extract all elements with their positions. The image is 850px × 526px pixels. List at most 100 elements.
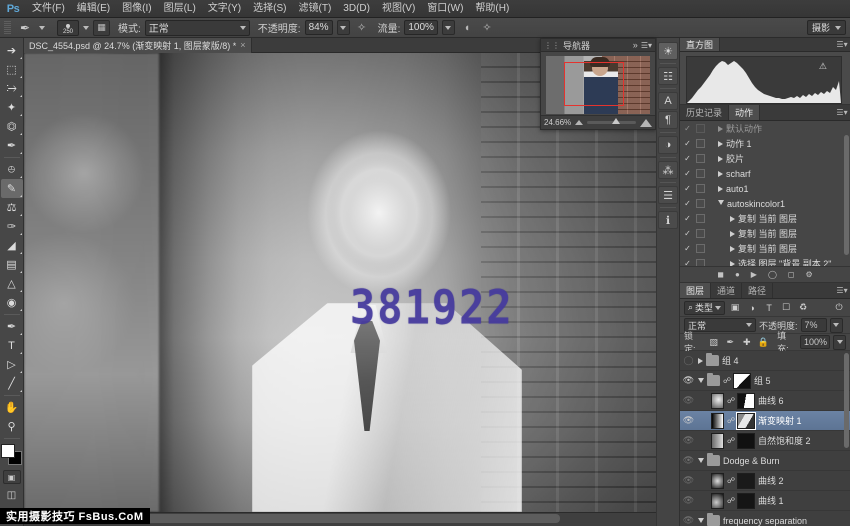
crop-tool[interactable]: ⏣ <box>1 117 23 136</box>
chevron-right-icon[interactable] <box>718 156 723 162</box>
layer-filter-type-select[interactable]: ⌕ 类型 <box>684 301 725 315</box>
layer-mask-thumbnail[interactable] <box>737 493 755 509</box>
action-row[interactable]: ✓ auto1 <box>680 181 850 196</box>
action-row[interactable]: ✓ 默认动作 <box>680 121 850 136</box>
layer-visibility-icon[interactable]: 👁 <box>682 475 695 486</box>
navigator-title-bar[interactable]: ⋮⋮ 导航器 » ☰▾ <box>541 39 655 52</box>
action-row[interactable]: ✓ autoskincolor1 <box>680 196 850 211</box>
lock-image-pixels-icon[interactable]: ✒ <box>723 335 737 349</box>
filter-power-toggle-icon[interactable]: ⏻ <box>832 301 846 315</box>
layer-mask-thumbnail[interactable] <box>737 473 755 489</box>
menu-select[interactable]: 选择(S) <box>247 0 292 18</box>
adjustments-icon[interactable]: ☀ <box>658 42 678 60</box>
layer-visibility-icon[interactable]: 👁 <box>682 495 695 506</box>
marquee-tool[interactable]: ⬚ <box>1 60 23 79</box>
tab-history[interactable]: 历史记录 <box>680 105 729 120</box>
color-icon[interactable]: ◑ <box>658 136 678 154</box>
chevron-right-icon[interactable] <box>730 231 735 237</box>
options-bar-grip[interactable] <box>4 21 11 35</box>
action-toggle-check-icon[interactable]: ✓ <box>682 169 693 178</box>
layer-visibility-icon[interactable]: 👁 <box>682 395 695 406</box>
actions-scrollbar[interactable] <box>844 135 849 255</box>
menu-layer[interactable]: 图层(L) <box>158 0 202 18</box>
spot-healing-tool[interactable]: ⦺ <box>1 160 23 179</box>
action-dialog-toggle-icon[interactable] <box>696 229 705 238</box>
new-action-icon[interactable]: ◻ <box>788 270 795 279</box>
info-icon[interactable]: ℹ <box>658 211 678 229</box>
action-toggle-check-icon[interactable]: ✓ <box>682 139 693 148</box>
actions-panel-menu-icon[interactable]: ☰▾ <box>834 105 850 120</box>
layer-visibility-icon[interactable]: 👁 <box>682 435 695 446</box>
chevron-down-icon[interactable] <box>718 200 724 208</box>
action-toggle-check-icon[interactable]: ✓ <box>682 199 693 208</box>
action-dialog-toggle-icon[interactable] <box>696 139 705 148</box>
action-dialog-toggle-icon[interactable] <box>696 124 705 133</box>
action-dialog-toggle-icon[interactable] <box>696 154 705 163</box>
histogram-panel-menu-icon[interactable]: ☰▾ <box>834 38 850 51</box>
layer-thumbnail[interactable] <box>711 433 724 449</box>
gradient-tool[interactable]: ▤ <box>1 255 23 274</box>
layer-mask-thumbnail[interactable] <box>733 373 751 389</box>
layer-row[interactable]: 👁 ☍ 组 5 <box>680 371 850 391</box>
layer-row[interactable]: 👁 ☍ 曲线 6 <box>680 391 850 411</box>
brush-size-field[interactable]: 250 <box>57 20 79 36</box>
chevron-down-icon[interactable] <box>698 458 704 463</box>
styles-icon[interactable]: ☷ <box>658 67 678 85</box>
opacity-pressure-icon[interactable]: ✧ <box>354 20 370 36</box>
action-row[interactable]: ✓ 复制 当前 图层 <box>680 241 850 256</box>
navigator-view-box[interactable] <box>564 62 624 106</box>
mask-link-icon[interactable]: ☍ <box>727 396 734 405</box>
delete-action-icon[interactable]: ⚙ <box>806 270 813 279</box>
navigator-thumbnail[interactable] <box>546 56 650 114</box>
tab-paths[interactable]: 路径 <box>742 283 773 298</box>
layer-row[interactable]: 👁 Dodge & Burn <box>680 451 850 471</box>
eraser-tool[interactable]: ◢ <box>1 236 23 255</box>
action-row[interactable]: ✓ 复制 当前 图层 <box>680 226 850 241</box>
flow-input[interactable]: 100% <box>404 20 438 35</box>
chevron-right-icon[interactable] <box>730 246 735 252</box>
action-row[interactable]: ✓ 胶片 <box>680 151 850 166</box>
paragraph-icon[interactable]: ¶ <box>658 111 678 129</box>
action-dialog-toggle-icon[interactable] <box>696 169 705 178</box>
layer-visibility-icon[interactable]: 👁 <box>682 455 695 466</box>
tab-layers[interactable]: 图层 <box>680 283 711 298</box>
path-selection-tool[interactable]: ▷ <box>1 355 23 374</box>
navigator-zoom-knob[interactable] <box>612 118 620 124</box>
brush-panel-toggle-icon[interactable]: ▦ <box>93 20 110 36</box>
start-recording-icon[interactable]: ● <box>735 270 740 279</box>
layer-mask-thumbnail[interactable] <box>737 433 755 449</box>
chevron-right-icon[interactable] <box>718 171 723 177</box>
zoom-tool[interactable]: ⚲ <box>1 417 23 436</box>
airbrush-icon[interactable]: ◖ <box>459 20 475 36</box>
zoom-out-icon[interactable] <box>575 120 583 125</box>
layer-thumbnail[interactable] <box>711 413 724 429</box>
quick-mask-icon[interactable]: ▣ <box>3 470 21 484</box>
layer-thumbnail[interactable] <box>711 393 724 409</box>
workspace-switcher[interactable]: 摄影 <box>807 20 846 35</box>
menu-3d[interactable]: 3D(D) <box>337 0 376 18</box>
action-row[interactable]: ✓ 选择 图层 "背景 副本 2" <box>680 256 850 266</box>
layer-row[interactable]: ◯ 组 4 <box>680 351 850 371</box>
dodge-tool[interactable]: ◉ <box>1 293 23 312</box>
brush-tool[interactable]: ✎ <box>1 179 23 198</box>
properties-icon[interactable]: ☰ <box>658 186 678 204</box>
chevron-right-icon[interactable] <box>698 358 703 364</box>
foreground-color-swatch[interactable] <box>1 444 15 458</box>
mask-link-icon[interactable]: ☍ <box>723 376 730 385</box>
collapse-panel-icon[interactable]: » <box>633 40 638 50</box>
mask-link-icon[interactable]: ☍ <box>727 416 734 425</box>
filter-adjustment-layers-icon[interactable]: ◑ <box>745 301 759 315</box>
layer-visibility-icon[interactable]: 👁 <box>682 515 695 526</box>
actions-list[interactable]: ✓ 默认动作 ✓ 动作 1 ✓ 胶片 ✓ <box>680 121 850 266</box>
chevron-right-icon[interactable] <box>730 261 735 267</box>
zoom-in-icon[interactable] <box>640 119 652 127</box>
chevron-right-icon[interactable] <box>718 141 723 147</box>
new-action-set-icon[interactable]: ◯ <box>768 270 777 279</box>
tab-histogram[interactable]: 直方图 <box>680 38 720 51</box>
document-tab[interactable]: DSC_4554.psd @ 24.7% (渐变映射 1, 图层蒙版/8) * … <box>24 38 252 53</box>
lock-all-icon[interactable]: 🔒 <box>757 335 771 349</box>
layer-opacity-stepper[interactable] <box>830 318 843 333</box>
action-toggle-check-icon[interactable]: ✓ <box>682 154 693 163</box>
layer-thumbnail[interactable] <box>711 493 724 509</box>
character-icon[interactable]: A <box>658 92 678 110</box>
